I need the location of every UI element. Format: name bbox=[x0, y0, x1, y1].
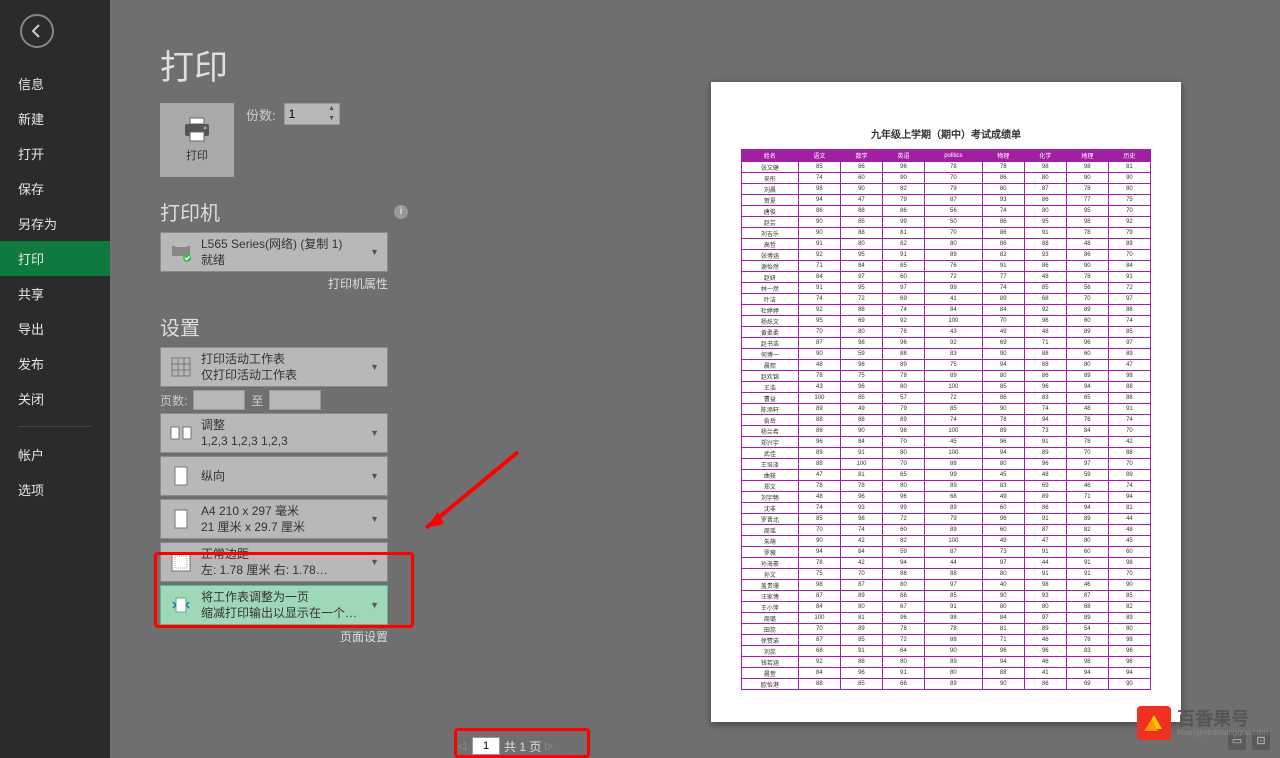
print-preview: 九年级上学期（期中）考试成绩单 姓名语文数学英语politics物理化学地理历史… bbox=[711, 82, 1181, 722]
nav-item-6[interactable]: 共享 bbox=[0, 276, 110, 311]
worksheet-icon bbox=[167, 351, 195, 383]
info-icon[interactable]: i bbox=[394, 205, 408, 219]
orientation-select[interactable]: 纵向 ▼ bbox=[160, 456, 388, 496]
printer-select[interactable]: L565 Series(网络) (复制 1)就绪 ▼ bbox=[160, 232, 388, 272]
nav-item-3[interactable]: 保存 bbox=[0, 171, 110, 206]
spinner-down[interactable]: ▼ bbox=[325, 114, 339, 124]
portrait-icon bbox=[167, 460, 195, 492]
back-button[interactable] bbox=[20, 14, 54, 48]
page-from-input[interactable] bbox=[193, 390, 245, 410]
pager-input[interactable] bbox=[472, 737, 500, 755]
chevron-down-icon: ▼ bbox=[368, 514, 381, 524]
nav-item-8[interactable]: 发布 bbox=[0, 346, 110, 381]
pages-label: 页数: bbox=[160, 392, 187, 409]
spinner-up[interactable]: ▲ bbox=[325, 104, 339, 114]
print-button[interactable]: 打印 bbox=[160, 103, 234, 177]
paper-size-select[interactable]: A4 210 x 297 毫米21 厘米 x 29.7 厘米 ▼ bbox=[160, 499, 388, 539]
nav-bottom-0[interactable]: 帐户 bbox=[0, 437, 110, 472]
collate-select[interactable]: 调整1,2,3 1,2,3 1,2,3 ▼ bbox=[160, 413, 388, 453]
preview-table: 姓名语文数学英语politics物理化学地理历史张文健8586967878989… bbox=[741, 149, 1151, 690]
collate-icon bbox=[167, 417, 195, 449]
pager-prev[interactable]: ◁ bbox=[458, 741, 468, 752]
printer-section-label: 打印机 bbox=[160, 197, 220, 226]
printer-status-icon bbox=[167, 236, 195, 268]
watermark-logo bbox=[1137, 706, 1171, 740]
paper-icon bbox=[167, 503, 195, 535]
copies-input[interactable] bbox=[285, 107, 325, 121]
nav-bottom-1[interactable]: 选项 bbox=[0, 472, 110, 507]
chevron-down-icon: ▼ bbox=[368, 247, 381, 257]
page-setup-link[interactable]: 页面设置 bbox=[160, 628, 388, 645]
nav-item-7[interactable]: 导出 bbox=[0, 311, 110, 346]
pages-to-label: 至 bbox=[251, 392, 263, 409]
copies-spinner[interactable]: ▲▼ bbox=[284, 103, 340, 125]
nav-divider bbox=[18, 426, 92, 427]
nav-item-4[interactable]: 另存为 bbox=[0, 206, 110, 241]
nav-item-2[interactable]: 打开 bbox=[0, 136, 110, 171]
settings-section-label: 设置 bbox=[160, 312, 200, 341]
nav-item-1[interactable]: 新建 bbox=[0, 101, 110, 136]
page-to-input[interactable] bbox=[269, 390, 321, 410]
watermark: 百香果号 huangjinbaixiangguo.com bbox=[1137, 706, 1268, 740]
printer-icon bbox=[182, 117, 212, 143]
print-scope-select[interactable]: 打印活动工作表仅打印活动工作表 ▼ bbox=[160, 347, 388, 387]
pager-total: 共 1 页 bbox=[504, 738, 541, 755]
annotation-highlight bbox=[154, 552, 414, 628]
chevron-down-icon: ▼ bbox=[368, 428, 381, 438]
printer-properties-link[interactable]: 打印机属性 bbox=[160, 275, 388, 292]
pager-next[interactable]: ▷ bbox=[545, 741, 555, 752]
nav-item-0[interactable]: 信息 bbox=[0, 66, 110, 101]
chevron-down-icon: ▼ bbox=[368, 471, 381, 481]
copies-label: 份数: bbox=[246, 105, 276, 124]
preview-title: 九年级上学期（期中）考试成绩单 bbox=[741, 126, 1151, 141]
chevron-down-icon: ▼ bbox=[368, 362, 381, 372]
nav-item-5[interactable]: 打印 bbox=[0, 241, 110, 276]
nav-item-9[interactable]: 关闭 bbox=[0, 381, 110, 416]
page-title: 打印 bbox=[160, 40, 408, 89]
